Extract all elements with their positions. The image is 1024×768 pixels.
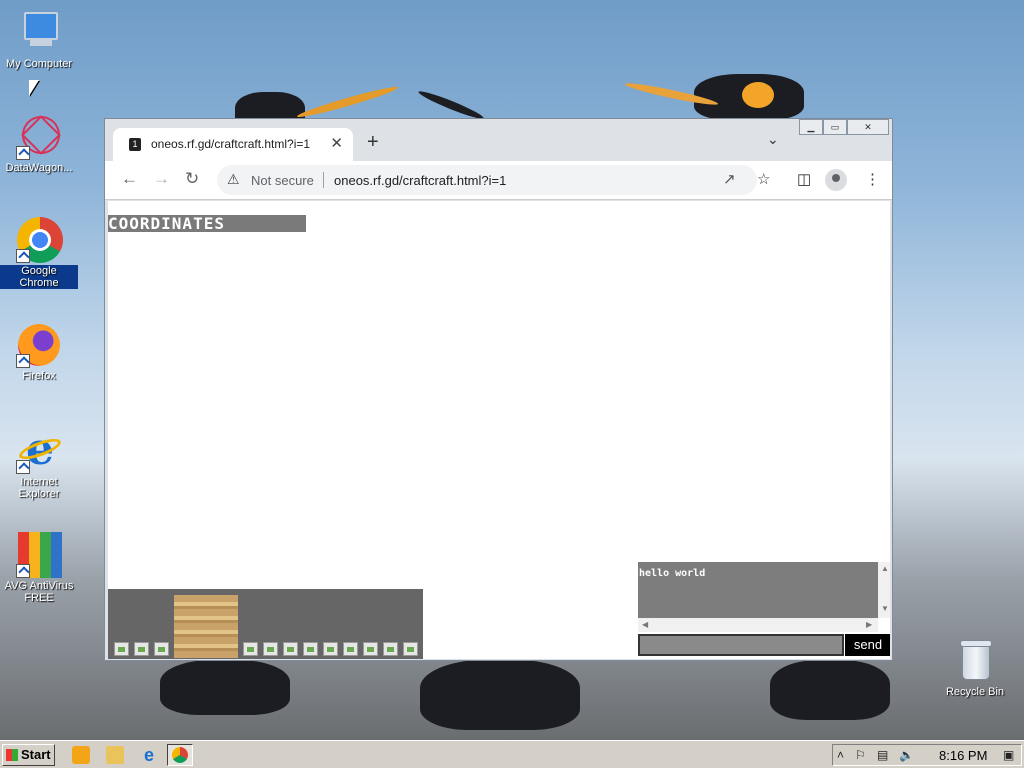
new-tab-button[interactable]: + [367, 131, 379, 154]
hotbar-slot-icon[interactable] [323, 642, 338, 656]
network-icon[interactable]: ▤ [877, 748, 888, 762]
mouse-cursor-icon [29, 80, 39, 96]
selected-block-texture[interactable] [174, 595, 238, 658]
hotbar-slot-icon[interactable] [403, 642, 418, 656]
volume-icon[interactable]: 🔈 [899, 748, 914, 762]
wallpaper-penguin-feet [150, 660, 910, 740]
scroll-down-icon[interactable]: ▼ [881, 604, 889, 613]
desktop-icon-recycle-bin[interactable]: Recycle Bin [936, 638, 1014, 698]
hotbar [108, 589, 423, 659]
tab-title: oneos.rf.gd/craftcraft.html?i=1 [151, 137, 311, 151]
clock[interactable]: 8:16 PM [939, 748, 987, 763]
scroll-up-icon[interactable]: ▲ [881, 564, 889, 573]
taskbar-chrome-button[interactable] [167, 744, 193, 766]
chrome-icon [16, 217, 63, 263]
tab-strip: 1 oneos.rf.gd/craftcraft.html?i=1 ✕ + ⌄ … [105, 119, 892, 161]
reload-icon[interactable]: ↻ [185, 169, 199, 189]
browser-window: 1 oneos.rf.gd/craftcraft.html?i=1 ✕ + ⌄ … [104, 118, 893, 661]
start-button[interactable]: Start [2, 744, 55, 766]
send-button[interactable]: send [845, 634, 890, 656]
tab-search-chevron-icon[interactable]: ⌄ [767, 131, 779, 148]
hotbar-slot-icon[interactable] [154, 642, 169, 656]
desktop-icon-label: Internet Explorer [18, 476, 60, 500]
desktop-icon-label: Firefox [22, 370, 56, 382]
desktop-icon-datawagon[interactable]: DataWagon... [0, 110, 78, 174]
bookmark-star-icon[interactable]: ☆ [757, 170, 770, 188]
chrome-icon [172, 747, 188, 763]
chat-input[interactable] [638, 634, 844, 656]
desktop-icon-internet-explorer[interactable]: e Internet Explorer [0, 428, 78, 500]
shortcut-arrow-icon [16, 146, 30, 160]
folder-icon[interactable] [106, 746, 124, 764]
start-label: Start [21, 747, 51, 762]
desktop-icon-label: Google Chrome [0, 265, 78, 289]
browser-toolbar: ← → ↻ ⚠ Not secure oneos.rf.gd/craftcraf… [105, 161, 892, 200]
desktop-icon-label: AVG AntiVirus FREE [4, 580, 74, 604]
tab-close-icon[interactable]: ✕ [330, 134, 343, 152]
recycle-bin-icon [952, 638, 998, 684]
hotbar-slot-icon[interactable] [363, 642, 378, 656]
hotbar-slot-icon[interactable] [134, 642, 149, 656]
omnibox-divider [323, 172, 324, 188]
shortcut-arrow-icon [16, 249, 30, 263]
avg-icon [16, 532, 62, 578]
action-center-flag-icon[interactable]: ⚐ [855, 748, 866, 762]
coordinates-display: COORDINATES [108, 215, 306, 232]
firefox-icon [16, 322, 62, 368]
chat-vertical-scrollbar[interactable]: ▲ ▼ [878, 562, 890, 618]
maximize-button[interactable]: ▭ [823, 119, 847, 135]
computer-icon [16, 10, 62, 56]
hotbar-slot-icon[interactable] [263, 642, 278, 656]
profile-avatar-icon[interactable] [825, 169, 847, 191]
system-tray: ˄ ⚐ ▤ 🔈 8:16 PM ▣ [832, 744, 1022, 766]
side-panel-icon[interactable]: ◫ [797, 170, 811, 188]
ie-icon: e [16, 428, 64, 474]
kebab-menu-icon[interactable]: ⋮ [865, 170, 880, 188]
windows-flag-icon [6, 749, 18, 761]
desktop-icon-avg-antivirus[interactable]: AVG AntiVirus FREE [0, 532, 78, 604]
back-arrow-icon[interactable]: ← [121, 169, 138, 189]
page-content[interactable]: COORDINATES hello world ▲ ▼ ◀ ▶ send [108, 201, 890, 659]
scroll-right-icon[interactable]: ▶ [866, 620, 872, 629]
desktop-icon-label: DataWagon... [5, 162, 73, 174]
shortcut-arrow-icon [16, 354, 30, 368]
hotbar-slot-icon[interactable] [243, 642, 258, 656]
hotbar-slot-icon[interactable] [383, 642, 398, 656]
desktop-icon-firefox[interactable]: Firefox [0, 322, 78, 382]
share-icon[interactable]: ↗ [723, 170, 736, 188]
ie-quicklaunch-icon[interactable]: e [140, 746, 158, 764]
hotbar-slot-icon[interactable] [283, 642, 298, 656]
scroll-left-icon[interactable]: ◀ [642, 620, 648, 629]
desktop-icon-label: My Computer [5, 58, 73, 70]
hotbar-slot-icon[interactable] [303, 642, 318, 656]
hotbar-slot-icon[interactable] [114, 642, 129, 656]
chat-horizontal-scrollbar[interactable]: ◀ ▶ [638, 618, 878, 632]
minimize-button[interactable]: ▁ [799, 119, 823, 135]
desktop-icon-google-chrome[interactable]: Google Chrome [0, 217, 78, 289]
media-player-icon[interactable] [72, 746, 90, 764]
hotbar-slot-icon[interactable] [343, 642, 358, 656]
desktop-icon-my-computer[interactable]: My Computer [0, 10, 78, 70]
warning-triangle-icon[interactable]: ⚠ [227, 171, 240, 188]
url-text[interactable]: oneos.rf.gd/craftcraft.html?i=1 [334, 173, 506, 188]
taskbar: Start e ˄ ⚐ ▤ 🔈 8:16 PM ▣ [0, 740, 1024, 768]
desktop-icon-label: Recycle Bin [945, 686, 1005, 698]
address-bar[interactable]: ⚠ Not secure oneos.rf.gd/craftcraft.html… [217, 165, 757, 195]
chat-panel: hello world ▲ ▼ ◀ ▶ send [638, 562, 890, 659]
security-status[interactable]: Not secure [251, 173, 314, 188]
datawagon-icon [16, 110, 66, 160]
tray-expand-icon[interactable]: ˄ [837, 748, 844, 762]
shortcut-arrow-icon [16, 460, 30, 474]
favicon-icon: 1 [129, 138, 141, 151]
browser-tab[interactable]: 1 oneos.rf.gd/craftcraft.html?i=1 ✕ [113, 128, 353, 161]
forward-arrow-icon[interactable]: → [153, 169, 170, 189]
chat-log: hello world [638, 562, 878, 618]
show-desktop-icon[interactable]: ▣ [1003, 748, 1014, 762]
close-window-button[interactable]: ✕ [847, 119, 889, 135]
shortcut-arrow-icon [16, 564, 30, 578]
